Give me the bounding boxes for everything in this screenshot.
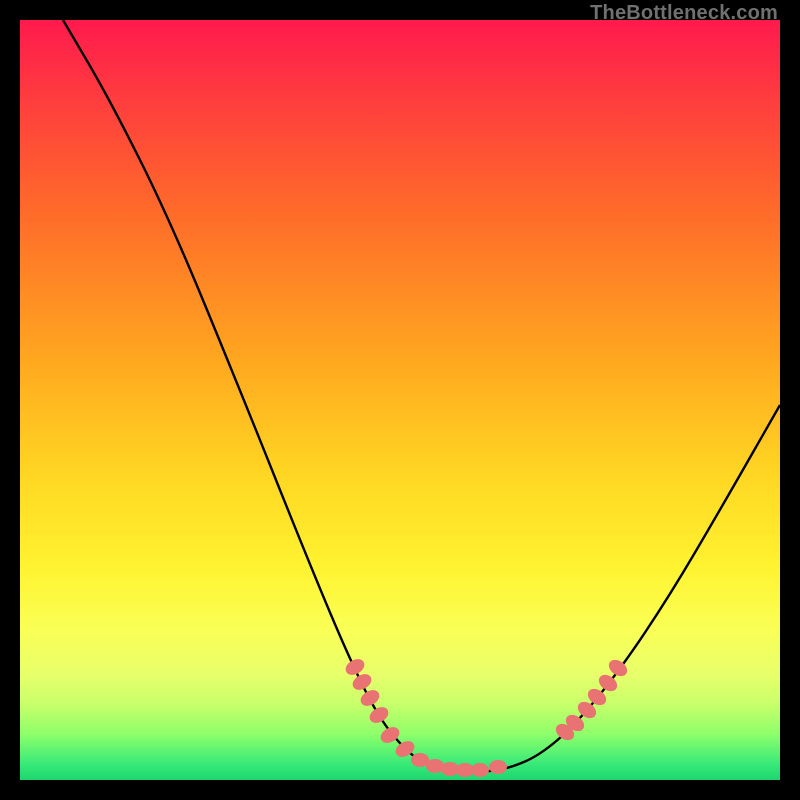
highlight-dot — [471, 763, 489, 777]
chart-svg — [20, 20, 780, 780]
highlight-dot — [426, 759, 444, 773]
highlight-dots-group — [343, 656, 630, 777]
bottleneck-curve-path — [63, 20, 780, 773]
chart-frame — [20, 20, 780, 780]
highlight-dot — [367, 704, 391, 726]
highlight-dot — [358, 687, 382, 709]
highlight-dot — [489, 760, 507, 774]
